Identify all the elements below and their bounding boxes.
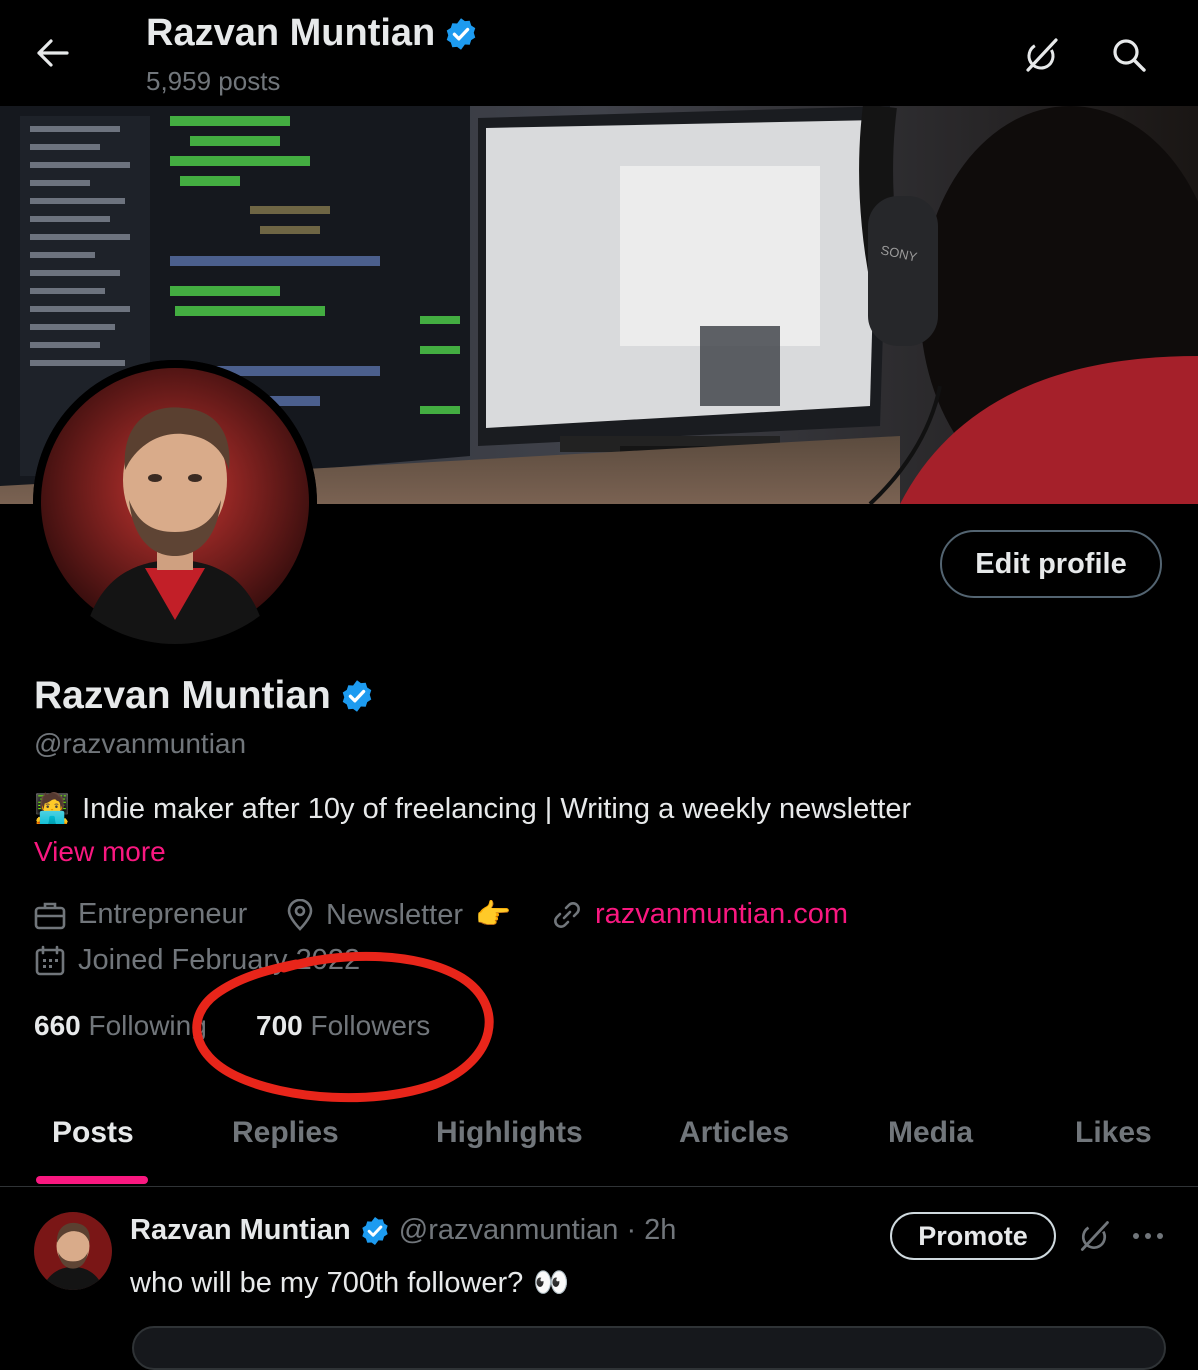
active-tab-indicator xyxy=(36,1176,148,1184)
back-button[interactable] xyxy=(28,30,78,76)
post-media-preview[interactable] xyxy=(132,1326,1166,1370)
following-count: 660 xyxy=(34,1010,81,1041)
tab-highlights[interactable]: Highlights xyxy=(436,1116,583,1150)
profile-joined-date: Joined February 2022 xyxy=(34,944,360,977)
bio-text: Indie maker after 10y of freelancing | W… xyxy=(82,792,912,825)
profile-display-name: Razvan Muntian xyxy=(34,674,375,718)
followers-label: Followers xyxy=(310,1010,431,1041)
post-grok-button[interactable] xyxy=(1072,1214,1116,1258)
grok-icon xyxy=(1080,1221,1109,1251)
avatar-image xyxy=(33,360,317,644)
link-icon xyxy=(554,901,580,928)
post-more-button[interactable] xyxy=(1128,1214,1168,1258)
profile-profession: Entrepreneur xyxy=(34,898,247,931)
more-horizontal-icon xyxy=(1133,1233,1163,1239)
website-link[interactable]: razvanmuntian.com xyxy=(595,898,848,931)
post-header: Razvan Muntian @razvanmuntian · 2h xyxy=(130,1214,676,1247)
post-handle-time[interactable]: @razvanmuntian · 2h xyxy=(399,1214,677,1247)
pointing-right-emoji-icon: 👉 xyxy=(475,899,512,931)
profile-location: Newsletter 👉 xyxy=(286,898,511,932)
verified-badge-icon xyxy=(362,1216,388,1245)
joined-text: Joined February 2022 xyxy=(78,944,361,976)
followers-count: 700 xyxy=(256,1010,303,1041)
profile-name-text: Razvan Muntian xyxy=(34,674,331,717)
tab-articles[interactable]: Articles xyxy=(679,1116,789,1150)
profile-website: razvanmuntian.com xyxy=(551,898,848,931)
tab-replies[interactable]: Replies xyxy=(232,1116,339,1150)
following-link[interactable]: 660 Following xyxy=(34,1010,207,1042)
promote-button[interactable]: Promote xyxy=(890,1212,1056,1260)
avatar-image xyxy=(34,1212,112,1290)
profession-text: Entrepreneur xyxy=(78,898,248,930)
location-text: Newsletter xyxy=(326,898,463,931)
arrow-left-icon xyxy=(37,39,69,67)
profile-bio: 🧑‍💻 Indie maker after 10y of freelancing… xyxy=(34,792,911,826)
edit-profile-button[interactable]: Edit profile xyxy=(940,530,1162,598)
top-bar: Razvan Muntian 5,959 posts xyxy=(0,0,1198,106)
view-more-link[interactable]: View more xyxy=(34,836,166,868)
post-author-avatar[interactable] xyxy=(34,1212,112,1290)
post-count: 5,959 posts xyxy=(146,66,281,96)
profile-avatar[interactable] xyxy=(33,360,317,644)
calendar-icon xyxy=(35,945,65,975)
profile-handle: @razvanmuntian xyxy=(34,728,247,759)
post-author-name[interactable]: Razvan Muntian xyxy=(130,1214,351,1247)
tab-likes[interactable]: Likes xyxy=(1075,1116,1152,1150)
profile-tabs: Posts Replies Highlights Articles Media … xyxy=(0,1106,1198,1187)
following-label: Following xyxy=(88,1010,207,1041)
eyes-emoji-icon: 👀 xyxy=(533,1267,570,1299)
post-body: who will be my 700th follower? 👀 xyxy=(130,1266,569,1300)
technologist-emoji-icon: 🧑‍💻 xyxy=(34,793,71,825)
tab-media[interactable]: Media xyxy=(888,1116,973,1150)
post-text: who will be my 700th follower? xyxy=(130,1266,524,1299)
grok-button[interactable] xyxy=(1016,30,1066,80)
verified-badge-icon[interactable] xyxy=(339,678,375,714)
header-title: Razvan Muntian xyxy=(146,12,479,55)
followers-link[interactable]: 700 Followers xyxy=(256,1010,430,1042)
location-pin-icon xyxy=(287,899,313,931)
search-icon xyxy=(1113,39,1146,72)
briefcase-icon xyxy=(34,902,66,929)
grok-icon xyxy=(1026,38,1058,72)
header-name: Razvan Muntian xyxy=(146,12,436,54)
verified-badge-icon xyxy=(447,17,476,50)
search-button[interactable] xyxy=(1104,30,1154,80)
tab-posts[interactable]: Posts xyxy=(52,1116,134,1150)
